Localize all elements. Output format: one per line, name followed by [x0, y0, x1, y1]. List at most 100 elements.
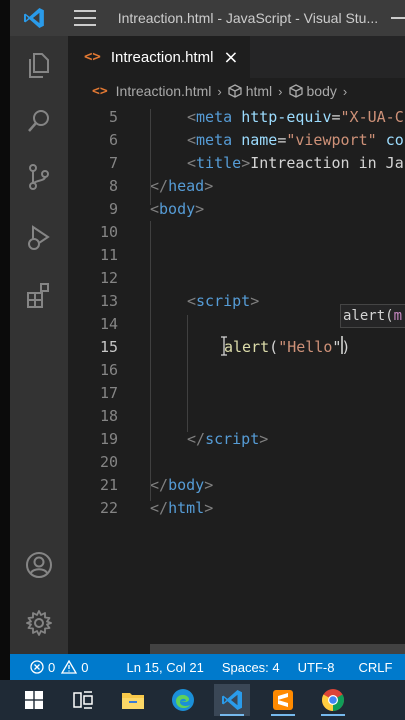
activity-bar: [10, 36, 68, 654]
code-token: </: [187, 430, 206, 448]
horizontal-scrollbar[interactable]: [150, 644, 405, 654]
code-token: meta: [196, 131, 233, 149]
line-number: 5: [108, 108, 118, 126]
indent-guide: [150, 221, 151, 501]
line-number: 14: [99, 315, 118, 333]
html-file-icon: <>: [92, 83, 108, 99]
ibeam-cursor-icon: [221, 336, 227, 356]
windows-start-icon[interactable]: [16, 684, 52, 716]
code-token: "X-UA-C: [340, 108, 404, 126]
code-line[interactable]: 7 <title>Intreaction in Ja: [68, 152, 405, 175]
files-icon[interactable]: [24, 50, 54, 80]
edge-icon[interactable]: [165, 684, 201, 716]
code-token: >: [259, 430, 269, 448]
search-icon[interactable]: [24, 106, 54, 136]
tab-intreaction-html[interactable]: <> Intreaction.html ×: [68, 36, 250, 78]
code-token: <: [187, 154, 197, 172]
error-count: 0: [48, 659, 56, 675]
code-line[interactable]: 12: [68, 267, 405, 290]
code-line[interactable]: 15 alert("Hello"): [68, 336, 405, 359]
line-number: 16: [99, 361, 118, 379]
code-line[interactable]: 8 </head>: [68, 175, 405, 198]
code-line[interactable]: 10: [68, 221, 405, 244]
run-debug-icon[interactable]: [24, 222, 54, 252]
code-token: =: [277, 131, 287, 149]
code-line[interactable]: 18: [68, 405, 405, 428]
code-token: alert: [224, 338, 270, 356]
code-token: head: [168, 177, 205, 195]
breadcrumb-file[interactable]: Intreaction.html: [116, 83, 212, 99]
code-line[interactable]: 6 <meta name="viewport" co: [68, 129, 405, 152]
end-of-line[interactable]: CRLF: [358, 660, 392, 675]
warning-count: 0: [81, 659, 89, 675]
element-cube-icon: [288, 84, 303, 98]
code-line[interactable]: 17: [68, 382, 405, 405]
breadcrumb: <> Intreaction.html › html › body ›: [68, 78, 405, 104]
code-token: Intreaction in Ja: [250, 154, 404, 172]
line-number: 18: [99, 407, 118, 425]
code-token: body: [168, 476, 205, 494]
breadcrumb-item-body[interactable]: body: [307, 83, 337, 99]
code-token: >: [204, 177, 214, 195]
menu-icon[interactable]: [73, 10, 96, 26]
sublime-text-icon[interactable]: [265, 684, 301, 716]
code-line[interactable]: 22 </html>: [68, 497, 405, 520]
code-token: title: [196, 154, 242, 172]
code-token: (: [269, 338, 279, 356]
code-line[interactable]: 20: [68, 451, 405, 474]
code-token: >: [241, 154, 251, 172]
code-line[interactable]: 5 <meta http-equiv="X-UA-C: [68, 106, 405, 129]
code-line[interactable]: 21 </body>: [68, 474, 405, 497]
code-text: <title>Intreaction in Ja: [187, 152, 404, 175]
close-icon[interactable]: ×: [223, 47, 238, 68]
line-number: 8: [108, 177, 118, 195]
windows-taskbar: [0, 680, 405, 720]
line-number: 15: [99, 338, 118, 356]
indent-guide: [187, 315, 188, 432]
code-line[interactable]: 19 </script>: [68, 428, 405, 451]
code-text: </head>: [150, 175, 213, 198]
line-number: 10: [99, 223, 118, 241]
chrome-icon[interactable]: [315, 684, 351, 716]
source-control-icon[interactable]: [24, 162, 54, 192]
code-token: html: [168, 499, 205, 517]
minimize-icon[interactable]: [391, 17, 405, 19]
code-token: body: [159, 200, 196, 218]
code-token: script: [205, 430, 260, 448]
code-line[interactable]: 11: [68, 244, 405, 267]
code-token: "viewport": [286, 131, 377, 149]
code-token: script: [196, 292, 251, 310]
tab-bar: <> Intreaction.html ×: [68, 36, 405, 78]
breadcrumb-separator: ›: [217, 83, 222, 99]
code-editor[interactable]: 22 </html> 21 </body> 20 19 </script> 18 17 16 15 a…: [68, 104, 405, 644]
encoding[interactable]: UTF-8: [298, 660, 335, 675]
vscode-icon[interactable]: [214, 684, 250, 716]
code-token: "Hello: [278, 338, 333, 356]
account-icon[interactable]: [24, 550, 54, 580]
cursor-position[interactable]: Ln 15, Col 21: [126, 660, 203, 675]
code-token: >: [204, 499, 214, 517]
problems-indicator[interactable]: 0 0: [30, 660, 88, 675]
code-line[interactable]: 9 <body>: [68, 198, 405, 221]
code-token: </: [150, 177, 169, 195]
code-token: name: [241, 131, 278, 149]
text-cursor: [341, 336, 343, 354]
breadcrumb-item-html[interactable]: html: [246, 83, 272, 99]
line-number: 17: [99, 384, 118, 402]
code-token: >: [204, 476, 214, 494]
file-explorer-icon[interactable]: [115, 684, 151, 716]
code-text: <meta http-equiv="X-UA-C: [187, 106, 404, 129]
status-bar: 0 0 Ln 15, Col 21 Spaces: 4 UTF-8 CRLF: [10, 654, 405, 680]
indentation[interactable]: Spaces: 4: [222, 660, 280, 675]
task-view-icon[interactable]: [65, 684, 101, 716]
vscode-logo-icon[interactable]: [22, 6, 46, 30]
code-token: meta: [196, 108, 233, 126]
extensions-icon[interactable]: [24, 280, 54, 310]
code-token: <: [187, 131, 197, 149]
gear-icon[interactable]: [24, 608, 54, 638]
tab-label: Intreaction.html: [110, 48, 214, 66]
breadcrumb-separator: ›: [342, 83, 348, 99]
code-line[interactable]: 16: [68, 359, 405, 382]
html-file-icon: <>: [84, 49, 101, 65]
